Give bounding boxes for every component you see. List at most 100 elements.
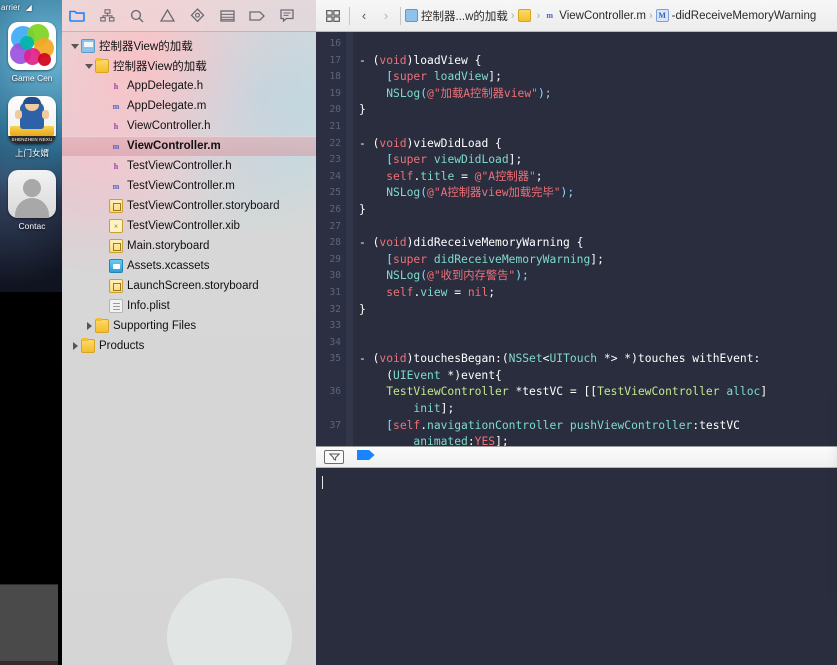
simulator-status-bar: arrier ◢ [0, 0, 62, 15]
tree-row-label: TestViewController.storyboard [127, 200, 280, 212]
report-icon[interactable] [272, 3, 302, 29]
code-line: (UIEvent *)event{ [359, 368, 502, 382]
toolbar-divider [349, 6, 350, 25]
warning-icon[interactable] [152, 3, 182, 29]
xib-icon: × [109, 219, 123, 233]
tree-row[interactable]: h ViewController.h [62, 116, 316, 136]
test-icon[interactable] [182, 3, 212, 29]
console-output[interactable] [316, 468, 837, 665]
tree-row-label: LaunchScreen.storyboard [127, 280, 259, 292]
code-line: - (void)touchesBegan:(NSSet<UITouch *> *… [359, 352, 761, 366]
tree-row-label: Info.plist [127, 300, 170, 312]
simulator-app-contacts[interactable]: Contac [8, 170, 56, 231]
project-icon [405, 9, 418, 22]
line-number [316, 368, 341, 385]
simulator-app-game-center[interactable]: Game Cen [8, 22, 56, 83]
tree-row[interactable]: Supporting Files [62, 316, 316, 336]
assets-icon [109, 259, 123, 273]
disclosure-triangle-icon[interactable] [70, 341, 81, 352]
breadcrumb-label: 控制器...w的加载 [421, 10, 508, 23]
chevron-right-icon: › [510, 9, 515, 22]
tree-row[interactable]: LaunchScreen.storyboard [62, 276, 316, 296]
breadcrumb-item-folder[interactable] [517, 9, 535, 22]
code-line: - (void)viewDidLoad { [359, 136, 502, 150]
line-number: 27 [329, 220, 341, 232]
line-number: 26 [329, 203, 341, 215]
line-number: 25 [329, 187, 341, 199]
source-control-icon[interactable] [92, 3, 122, 29]
tree-row[interactable]: TestViewController.storyboard [62, 196, 316, 216]
xcode-window: arrier ◢ Game Cen SHENZHEN NEXU 上门女婿 Con… [0, 0, 837, 665]
code-line: - (void)loadView { [359, 53, 482, 67]
line-number: 32 [329, 303, 341, 315]
tree-row[interactable]: × TestViewController.xib [62, 216, 316, 236]
line-number: 28 [329, 237, 341, 249]
disclosure-triangle-icon[interactable] [70, 41, 81, 52]
chevron-right-icon: › [648, 9, 653, 22]
tree-row[interactable]: 控制器View的加载 [62, 56, 316, 76]
breadcrumb-label: ViewController.m [559, 9, 646, 22]
line-number: 29 [329, 253, 341, 265]
chinese-app-icon: SHENZHEN NEXU [8, 96, 56, 144]
code-line: self.title = @"A控制器"; [386, 169, 543, 183]
line-number: 36 [329, 386, 341, 398]
tree-row[interactable]: m TestViewController.m [62, 176, 316, 196]
code-line: NSLog(@"A控制器view加载完毕"); [386, 186, 575, 200]
tree-row[interactable]: Info.plist [62, 296, 316, 316]
line-number: 18 [329, 71, 341, 83]
breadcrumb-label: -didReceiveMemoryWarning [671, 9, 817, 22]
tree-row[interactable]: Assets.xcassets [62, 256, 316, 276]
game-center-icon [8, 22, 56, 70]
storyboard-icon [109, 239, 123, 253]
tree-row-label: ViewController.h [127, 120, 211, 132]
toolbar-divider [400, 6, 401, 25]
breadcrumb-item-file[interactable]: m ViewController.m [542, 9, 647, 22]
debug-icon[interactable] [212, 3, 242, 29]
tree-row-label: TestViewController.h [127, 160, 232, 172]
source-editor: ‹ › 控制器...w的加载 › › m ViewController.m › … [316, 0, 837, 665]
plist-icon [109, 299, 123, 313]
tree-row[interactable]: 控制器View的加载 [62, 36, 316, 56]
breakpoint-tag-icon[interactable] [356, 448, 376, 466]
line-number: 19 [329, 87, 341, 99]
editor-breadcrumb-bar: ‹ › 控制器...w的加载 › › m ViewController.m › … [316, 0, 837, 32]
breadcrumb-item-project[interactable]: 控制器...w的加载 [404, 8, 509, 24]
folder-icon [81, 338, 95, 353]
back-button[interactable]: ‹ [353, 5, 375, 27]
tree-row[interactable]: m ViewController.m [62, 136, 316, 156]
filter-dropdown-icon[interactable] [324, 450, 344, 464]
folder-icon [95, 58, 109, 73]
code-line: } [359, 302, 366, 316]
forward-button[interactable]: › [375, 5, 397, 27]
simulator-app-chinese[interactable]: SHENZHEN NEXU 上门女婿 [8, 96, 56, 159]
disclosure-triangle-icon[interactable] [84, 321, 95, 332]
line-number [316, 434, 341, 446]
search-icon[interactable] [122, 3, 152, 29]
tree-row[interactable]: m AppDelegate.m [62, 96, 316, 116]
breakpoint-tag-icon[interactable] [242, 3, 272, 29]
code-line: - (void)didReceiveMemoryWarning { [359, 236, 584, 250]
breadcrumb-item-method[interactable]: M -didReceiveMemoryWarning [655, 9, 818, 22]
editor-layout-icon[interactable] [320, 5, 346, 27]
tree-row[interactable]: h AppDelegate.h [62, 76, 316, 96]
m-file-icon: m [546, 11, 554, 20]
tree-row[interactable]: h TestViewController.h [62, 156, 316, 176]
code-text[interactable]: - (void)loadView { [super loadView]; NSL… [353, 32, 837, 446]
tree-row[interactable]: Main.storyboard [62, 236, 316, 256]
folder-icon[interactable] [62, 3, 92, 29]
line-number: 33 [329, 320, 341, 332]
code-area[interactable]: 16 17 18 19 20 21 22 23 24 25 26 27 28 29 30 31 32 33 34 35… [316, 32, 837, 446]
disclosure-triangle-icon[interactable] [84, 61, 95, 72]
line-number: 22 [329, 137, 341, 149]
file-tree[interactable]: 控制器View的加载 控制器View的加载 h AppDelegate.h m AppDe… [62, 32, 316, 665]
tree-row[interactable]: Products [62, 336, 316, 356]
line-number: 31 [329, 286, 341, 298]
